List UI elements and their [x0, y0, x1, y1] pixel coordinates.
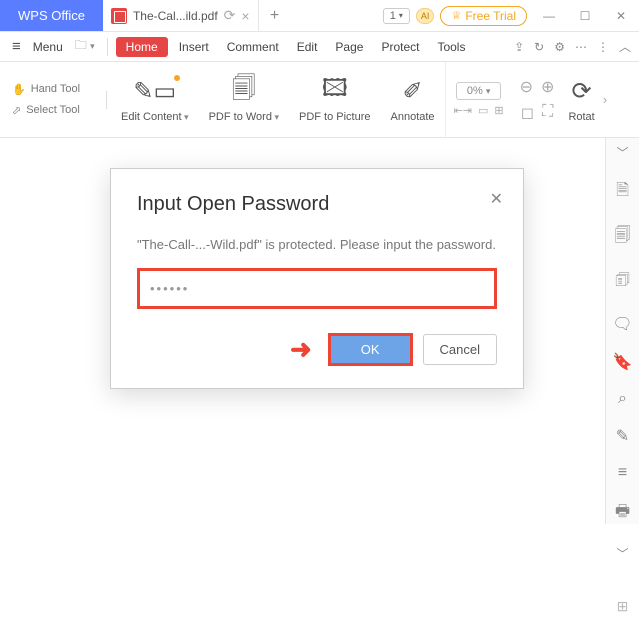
free-trial-button[interactable]: ♕Free Trial [440, 6, 527, 26]
pdf-to-picture-button[interactable]: 🖾 PDF to Picture [289, 62, 381, 137]
tab-title: The-Cal...ild.pdf [133, 9, 218, 23]
ok-button[interactable]: OK [328, 333, 413, 366]
panel-collapse-icon[interactable]: ﹀ [616, 144, 628, 161]
picture-icon: 🖾 [322, 77, 348, 107]
close-tab-icon[interactable]: × [241, 8, 249, 24]
tab-edit[interactable]: Edit [290, 40, 325, 54]
ribbon-toolbar: ✋Hand Tool ⬀Select Tool ✎▭ Edit Content … [0, 62, 639, 138]
panel-grid-icon[interactable]: ⊞ [617, 598, 629, 623]
document-tab[interactable]: The-Cal...ild.pdf ⟳ × [103, 0, 259, 31]
divider [106, 91, 107, 109]
annotate-button[interactable]: ✐ Annotate [381, 62, 446, 137]
crown-icon: ♕ [451, 9, 461, 22]
fit-page-icon[interactable]: ▭ [478, 104, 488, 117]
zoom-out-icon[interactable]: ⊖ [520, 77, 533, 97]
tab-protect[interactable]: Protect [374, 40, 426, 54]
more-icon[interactable]: ⋮ [597, 40, 609, 54]
text-icon[interactable]: ≡ [618, 464, 627, 482]
menu-bar: ≡ Menu 🗀 ▾ Home Insert Comment Edit Page… [0, 32, 639, 62]
hamburger-icon[interactable]: ≡ [8, 38, 25, 55]
cursor-icon: ⬀ [12, 104, 21, 117]
actual-size-icon[interactable]: ◻ [521, 103, 534, 123]
tab-tools[interactable]: Tools [430, 40, 472, 54]
zoom-in-icon[interactable]: ⊕ [541, 77, 554, 97]
cancel-button[interactable]: Cancel [423, 334, 497, 365]
fit-width-icon[interactable]: ⇤⇥ [454, 104, 472, 117]
toolbar-overflow-icon[interactable]: › [601, 92, 609, 107]
select-tool-button[interactable]: ⬀Select Tool [12, 104, 102, 117]
menu-button[interactable]: Menu [29, 40, 67, 54]
tab-page[interactable]: Page [328, 40, 370, 54]
close-window-button[interactable]: ✕ [603, 0, 639, 31]
tab-home[interactable]: Home [116, 37, 168, 57]
annotation-arrow-icon: ➜ [290, 334, 312, 365]
share-icon[interactable]: ⇪ [514, 40, 524, 54]
hand-icon: ✋ [12, 83, 26, 96]
brand-label: WPS Office [0, 0, 103, 31]
print-icon[interactable]: 🖶 [615, 500, 630, 527]
dialog-title: Input Open Password [137, 193, 497, 216]
zoom-group: 0% ▾ ⇤⇥ ▭ ⊞ [446, 82, 512, 117]
refresh-icon[interactable]: ↻ [534, 40, 544, 54]
title-bar: WPS Office The-Cal...ild.pdf ⟳ × + 1▾ AI… [0, 0, 639, 32]
minimize-button[interactable]: — [531, 0, 567, 31]
open-folder-icon[interactable]: 🗀 ▾ [71, 36, 99, 57]
right-panel: ﹀ 🗎 🗐 🗊 🗨 🔖 ⌕ ✎ ≡ 🖶 ﹀ ⊞ [605, 138, 639, 524]
password-input[interactable] [137, 268, 497, 309]
rotate-icon: ⟳ [572, 77, 592, 107]
word-icon: 🗐 [232, 77, 256, 107]
annotate-icon: ✐ [402, 77, 422, 107]
export-icon[interactable]: 🗎 [616, 179, 629, 206]
dialog-close-button[interactable]: ✕ [490, 189, 503, 209]
ai-badge[interactable]: AI [416, 8, 435, 24]
selection-tools: ✋Hand Tool ⬀Select Tool [6, 83, 102, 117]
tab-insert[interactable]: Insert [172, 40, 216, 54]
edit-icon: ✎▭ [133, 77, 176, 106]
password-dialog: ✕ Input Open Password "The-Call-...-Wild… [110, 168, 524, 389]
full-screen-icon[interactable]: ⛶ [542, 103, 553, 123]
count-badge[interactable]: 1▾ [383, 8, 410, 24]
ocr-icon[interactable]: 🗊 [615, 269, 630, 296]
title-badges: 1▾ AI ♕Free Trial [379, 0, 531, 31]
dialog-message: "The-Call-...-Wild.pdf" is protected. Pl… [137, 236, 497, 254]
hand-tool-button[interactable]: ✋Hand Tool [12, 83, 102, 96]
divider [107, 38, 108, 56]
pdf-to-word-button[interactable]: 🗐 PDF to Word ▾ [199, 62, 289, 137]
chat-icon[interactable]: ⋯ [575, 40, 587, 54]
collapse-ribbon-icon[interactable]: ︿ [619, 38, 631, 55]
find-icon[interactable]: ⌕ [618, 390, 627, 408]
maximize-button[interactable]: ☐ [567, 0, 603, 31]
zoom-value[interactable]: 0% ▾ [456, 82, 502, 100]
pdf-icon [111, 8, 127, 24]
compress-icon[interactable]: 🗐 [615, 224, 631, 251]
panel-more-icon[interactable]: ﹀ [616, 545, 628, 562]
rotate-button[interactable]: ⟳ Rotat [562, 77, 600, 123]
tab-comment[interactable]: Comment [220, 40, 286, 54]
reload-icon[interactable]: ⟳ [224, 7, 236, 24]
add-tab-button[interactable]: + [259, 0, 291, 31]
layout-icon[interactable]: ⊞ [494, 104, 503, 117]
edit-content-button[interactable]: ✎▭ Edit Content ▾ [111, 62, 199, 137]
sign-icon[interactable]: ✎ [616, 426, 629, 446]
settings-icon[interactable]: ⚙ [554, 40, 565, 54]
notification-dot-icon [174, 75, 180, 81]
magnify-group: ⊖ ⊕ ◻ ⛶ [512, 77, 563, 123]
comment-panel-icon[interactable]: 🗨 [612, 314, 632, 334]
bookmark-icon[interactable]: 🔖 [613, 352, 633, 372]
